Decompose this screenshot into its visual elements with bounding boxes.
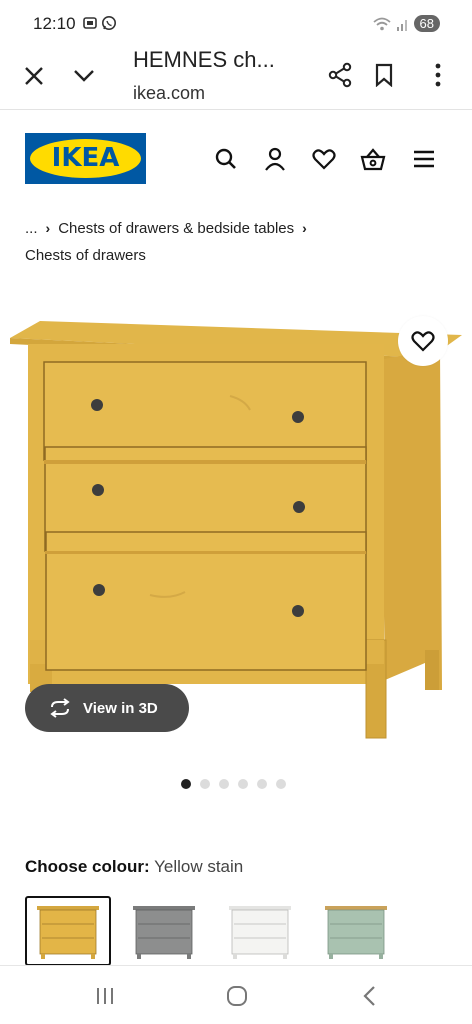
more-vertical-icon[interactable] (428, 62, 448, 88)
view-in-3d-label: View in 3D (83, 699, 158, 717)
colour-selected-value: Yellow stain (154, 857, 244, 876)
whatsapp-icon (102, 16, 116, 30)
breadcrumb-level1[interactable]: Chests of drawers & bedside tables (58, 215, 294, 242)
screenshot-icon (83, 17, 97, 29)
chest-thumbnail (229, 906, 291, 959)
status-right: 68 (372, 15, 440, 32)
favourite-button[interactable] (398, 316, 448, 366)
back-icon[interactable] (357, 984, 383, 1008)
rotate-icon (50, 698, 70, 718)
page-url[interactable]: ikea.com (133, 83, 205, 104)
status-time: 12:10 (33, 14, 76, 33)
breadcrumb-separator: › (302, 220, 307, 236)
menu-icon[interactable] (411, 146, 437, 172)
heart-icon[interactable] (311, 146, 337, 172)
heart-icon (411, 331, 435, 352)
search-icon[interactable] (213, 146, 239, 172)
home-icon[interactable] (224, 984, 250, 1008)
swatch-white[interactable] (217, 896, 303, 966)
chevron-down-icon[interactable] (72, 64, 96, 88)
carousel-dots (181, 779, 286, 789)
ikea-logo[interactable]: IKEA (25, 133, 146, 184)
signal-icon (396, 19, 407, 31)
chest-thumbnail (133, 906, 195, 959)
account-icon[interactable] (262, 146, 288, 172)
recent-apps-icon[interactable] (92, 984, 118, 1008)
wifi-icon (372, 17, 391, 30)
carousel-dot[interactable] (219, 779, 229, 789)
page-title: HEMNES ch... (133, 47, 275, 72)
close-icon[interactable] (22, 64, 46, 88)
swatch-green[interactable] (313, 896, 399, 966)
bookmark-icon[interactable] (372, 63, 396, 87)
breadcrumb: ... › Chests of drawers & bedside tables… (25, 215, 445, 269)
system-nav-bar (0, 965, 472, 1024)
carousel-dot[interactable] (276, 779, 286, 789)
share-icon[interactable] (327, 62, 353, 88)
chest-thumbnail (325, 906, 387, 959)
logo-text: IKEA (51, 143, 120, 173)
breadcrumb-current[interactable]: Chests of drawers (25, 242, 445, 269)
chest-thumbnail (37, 906, 99, 959)
swatch-yellow-stain[interactable] (25, 896, 111, 966)
colour-label: Choose colour: (25, 857, 150, 876)
basket-icon[interactable] (360, 146, 386, 172)
colour-swatches (25, 896, 399, 966)
colour-chooser-heading: Choose colour: Yellow stain (25, 857, 243, 877)
breadcrumb-separator: › (45, 220, 51, 236)
browser-bar: HEMNES ch... ikea.com (0, 44, 472, 110)
carousel-dot[interactable] (257, 779, 267, 789)
carousel-dot[interactable] (200, 779, 210, 789)
breadcrumb-ellipsis[interactable]: ... (25, 215, 38, 242)
carousel-dot[interactable] (238, 779, 248, 789)
carousel-dot[interactable] (181, 779, 191, 789)
swatch-grey[interactable] (121, 896, 207, 966)
view-in-3d-button[interactable]: View in 3D (25, 684, 189, 732)
status-notification-icons (82, 15, 117, 31)
status-bar: 12:10 68 (0, 0, 472, 50)
battery-indicator: 68 (413, 15, 440, 32)
